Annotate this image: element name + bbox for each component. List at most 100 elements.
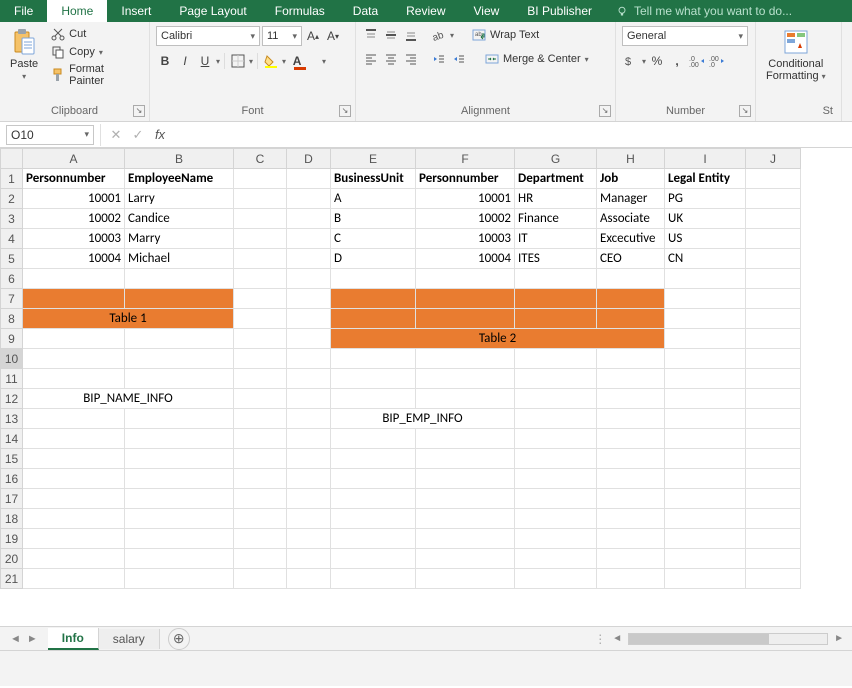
cell-C4[interactable] — [234, 229, 287, 249]
cell-J17[interactable] — [746, 489, 801, 509]
cell-C10[interactable] — [234, 349, 287, 369]
format-painter-button[interactable]: Format Painter — [48, 62, 143, 88]
row-header-6[interactable]: 6 — [1, 269, 23, 289]
cell-H21[interactable] — [597, 569, 665, 589]
cell-A11[interactable] — [23, 369, 125, 389]
accounting-menu[interactable]: ▾ — [642, 57, 646, 66]
cell-table1-label[interactable]: Table 1 — [23, 309, 234, 329]
cell-I3[interactable]: UK — [665, 209, 746, 229]
cell-J19[interactable] — [746, 529, 801, 549]
cell-D16[interactable] — [287, 469, 331, 489]
tell-me-search[interactable]: Tell me what you want to do... — [606, 0, 792, 22]
accounting-format-button[interactable]: $ — [622, 52, 640, 70]
row-header-18[interactable]: 18 — [1, 509, 23, 529]
cell-J1[interactable] — [746, 169, 801, 189]
orientation-menu[interactable]: ▾ — [450, 31, 454, 40]
cell-J9[interactable] — [746, 329, 801, 349]
cell-C2[interactable] — [234, 189, 287, 209]
cell-J3[interactable] — [746, 209, 801, 229]
row-header-5[interactable]: 5 — [1, 249, 23, 269]
cell-I10[interactable] — [665, 349, 746, 369]
cell-G2[interactable]: HR — [515, 189, 597, 209]
align-bottom-button[interactable] — [402, 26, 420, 44]
tab-insert[interactable]: Insert — [107, 0, 165, 22]
cell-C11[interactable] — [234, 369, 287, 389]
sheet-nav-prev[interactable]: ◄ — [10, 633, 21, 645]
cell-D8[interactable] — [287, 309, 331, 329]
italic-button[interactable]: I — [176, 52, 194, 70]
cell-I20[interactable] — [665, 549, 746, 569]
cell-E8[interactable] — [331, 309, 416, 329]
cell-E21[interactable] — [331, 569, 416, 589]
cell-J7[interactable] — [746, 289, 801, 309]
row-header-1[interactable]: 1 — [1, 169, 23, 189]
row-header-7[interactable]: 7 — [1, 289, 23, 309]
cell-D7[interactable] — [287, 289, 331, 309]
cell-H15[interactable] — [597, 449, 665, 469]
cell-H2[interactable]: Manager — [597, 189, 665, 209]
decrease-decimal-button[interactable]: .00.0 — [708, 52, 726, 70]
cell-D6[interactable] — [287, 269, 331, 289]
cell-H11[interactable] — [597, 369, 665, 389]
col-header-F[interactable]: F — [416, 149, 515, 169]
cell-G3[interactable]: Finance — [515, 209, 597, 229]
cell-D21[interactable] — [287, 569, 331, 589]
cell-C9[interactable] — [234, 329, 287, 349]
cell-I19[interactable] — [665, 529, 746, 549]
cell-C5[interactable] — [234, 249, 287, 269]
cell-F18[interactable] — [416, 509, 515, 529]
cell-F17[interactable] — [416, 489, 515, 509]
col-header-H[interactable]: H — [597, 149, 665, 169]
tab-formulas[interactable]: Formulas — [261, 0, 339, 22]
cell-G4[interactable]: IT — [515, 229, 597, 249]
cell-I5[interactable]: CN — [665, 249, 746, 269]
cell-E19[interactable] — [331, 529, 416, 549]
hscroll-left[interactable]: ◄ — [612, 633, 622, 644]
col-header-G[interactable]: G — [515, 149, 597, 169]
cell-C14[interactable] — [234, 429, 287, 449]
cell-table2-label[interactable]: Table 2 — [331, 329, 665, 349]
col-header-C[interactable]: C — [234, 149, 287, 169]
cell-D12[interactable] — [287, 389, 331, 409]
cell-J6[interactable] — [746, 269, 801, 289]
cell-H6[interactable] — [597, 269, 665, 289]
cell-H19[interactable] — [597, 529, 665, 549]
cell-H14[interactable] — [597, 429, 665, 449]
cell-H16[interactable] — [597, 469, 665, 489]
cell-F11[interactable] — [416, 369, 515, 389]
row-header-8[interactable]: 8 — [1, 309, 23, 329]
cell-A13[interactable] — [23, 409, 125, 429]
tab-bi-publisher[interactable]: BI Publisher — [513, 0, 606, 22]
tab-data[interactable]: Data — [339, 0, 392, 22]
hscroll-right[interactable]: ► — [834, 633, 844, 644]
cell-B18[interactable] — [125, 509, 234, 529]
cell-A4[interactable]: 10003 — [23, 229, 125, 249]
cell-C20[interactable] — [234, 549, 287, 569]
cell-A21[interactable] — [23, 569, 125, 589]
paste-button[interactable]: Paste ▾ — [6, 26, 42, 83]
cell-I1[interactable]: Legal Entity — [665, 169, 746, 189]
cell-D11[interactable] — [287, 369, 331, 389]
cell-I17[interactable] — [665, 489, 746, 509]
cell-B4[interactable]: Marry — [125, 229, 234, 249]
underline-menu[interactable]: ▾ — [216, 57, 220, 66]
cell-B5[interactable]: Michael — [125, 249, 234, 269]
cell-A20[interactable] — [23, 549, 125, 569]
decrease-indent-button[interactable] — [430, 50, 448, 68]
cell-B9[interactable] — [125, 329, 234, 349]
cell-A19[interactable] — [23, 529, 125, 549]
underline-button[interactable]: U — [196, 52, 214, 70]
fx-button[interactable]: fx — [149, 127, 171, 142]
sheet-nav-next[interactable]: ► — [27, 633, 38, 645]
cell-G20[interactable] — [515, 549, 597, 569]
cell-G16[interactable] — [515, 469, 597, 489]
cell-B6[interactable] — [125, 269, 234, 289]
cell-G10[interactable] — [515, 349, 597, 369]
cell-E5[interactable]: D — [331, 249, 416, 269]
cell-G5[interactable]: ITES — [515, 249, 597, 269]
cell-A1[interactable]: Personnumber — [23, 169, 125, 189]
cell-F6[interactable] — [416, 269, 515, 289]
cell-I6[interactable] — [665, 269, 746, 289]
cell-B2[interactable]: Larry — [125, 189, 234, 209]
cell-I8[interactable] — [665, 309, 746, 329]
